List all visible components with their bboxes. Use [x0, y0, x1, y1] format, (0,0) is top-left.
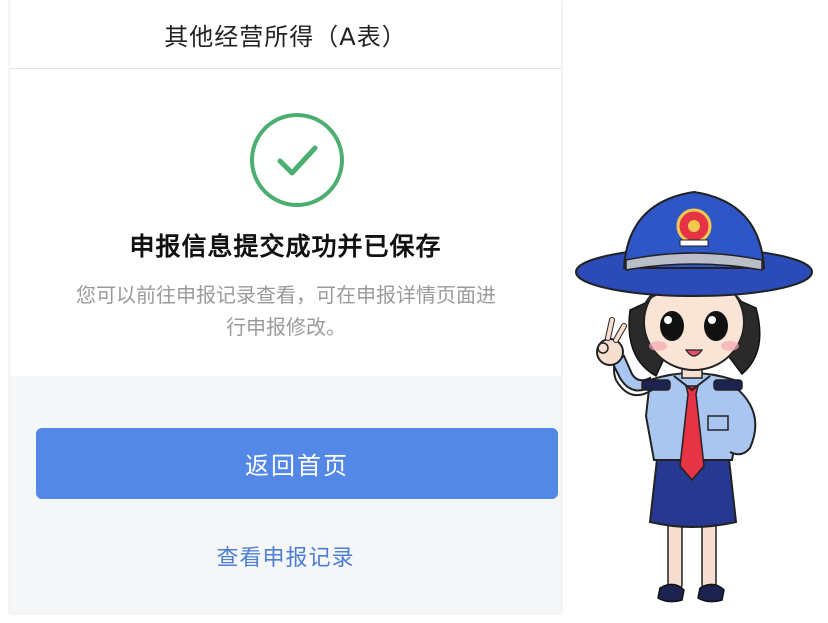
tax-officer-mascot: [575, 190, 813, 603]
result-description-line: 您可以前往申报记录查看，可在申报详情页面进: [76, 283, 496, 307]
result-panel: 申报信息提交成功并已保存 您可以前往申报记录查看，可在申报详情页面进 行申报修改…: [10, 69, 561, 376]
check-circle-icon: [250, 113, 344, 207]
result-description-line: 行申报修改。: [226, 315, 346, 339]
title-bar: 其他经营所得（A表）: [10, 0, 561, 69]
phone-screen: 其他经营所得（A表） 申报信息提交成功并已保存 您可以前往申报记录查看，可在申报…: [10, 0, 561, 613]
view-records-link[interactable]: 查看申报记录: [10, 540, 561, 572]
result-description: 您可以前往申报记录查看，可在申报详情页面进 行申报修改。: [46, 279, 526, 343]
back-to-home-button[interactable]: 返回首页: [36, 428, 558, 499]
result-title: 申报信息提交成功并已保存: [129, 232, 442, 261]
page-title: 其他经营所得（A表）: [164, 22, 407, 51]
